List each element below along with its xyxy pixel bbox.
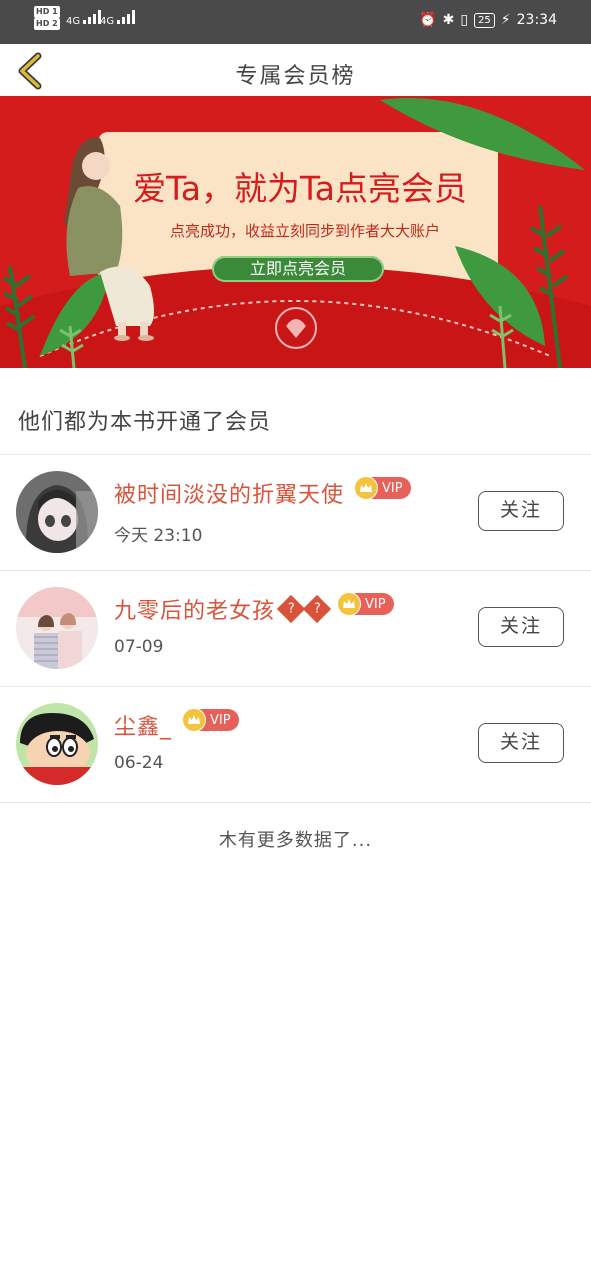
vip-label: VIP xyxy=(210,712,231,728)
avatar[interactable] xyxy=(16,471,98,553)
divider xyxy=(0,802,591,803)
member-name[interactable]: 九零后的老女孩 xyxy=(114,593,275,625)
member-row[interactable]: 九零后的老女孩 ? ? VIP 07-09 关注 xyxy=(0,571,591,687)
avatar[interactable] xyxy=(16,703,98,785)
bluetooth-icon: ✱ xyxy=(442,12,455,28)
vip-label: VIP xyxy=(382,480,403,496)
banner-subline: 点亮成功，收益立刻同步到作者大大账户 xyxy=(169,222,440,240)
follow-button[interactable]: 关注 xyxy=(478,607,564,647)
page-title: 专属会员榜 xyxy=(235,64,356,89)
sim-indicators: HD 1 HD 2 xyxy=(34,6,62,30)
network-type-1: 4G xyxy=(66,16,81,27)
status-right: ⏰ ✱ ▯ 25 ⚡ 23:34 xyxy=(419,12,557,28)
unknown-char-icon: ? xyxy=(276,594,306,624)
signal-2-icon: 4G xyxy=(100,10,139,27)
network-type-2: 4G xyxy=(100,16,115,27)
banner-cta-button[interactable]: 立即点亮会员 xyxy=(212,256,384,282)
section-title: 他们都为本书开通了会员 xyxy=(18,410,272,435)
hd1-badge: HD 1 xyxy=(34,6,60,18)
member-row[interactable]: 尘鑫_ VIP 06-24 关注 xyxy=(0,687,591,803)
member-time: 今天 23:10 xyxy=(114,526,203,546)
member-time: 07-09 xyxy=(114,637,164,657)
no-more-data-text: 木有更多数据了... xyxy=(218,830,373,851)
vip-badge: VIP xyxy=(354,476,411,500)
alarm-icon: ⏰ xyxy=(419,12,437,28)
banner-headline: 爱Ta，就为Ta点亮会员 xyxy=(133,169,467,208)
follow-button[interactable]: 关注 xyxy=(478,723,564,763)
crown-icon xyxy=(182,708,207,732)
vip-badge: VIP xyxy=(337,592,394,616)
member-row[interactable]: 被时间淡没的折翼天使 VIP 今天 23:10 关注 xyxy=(0,455,591,571)
member-name-row: 九零后的老女孩 ? ? VIP xyxy=(114,592,394,625)
avatar[interactable] xyxy=(16,587,98,669)
status-bar: HD 1 HD 2 4G 4G ⏰ ✱ ▯ 25 ⚡ 23:34 xyxy=(0,0,591,44)
member-name-row: 尘鑫_ VIP xyxy=(114,708,239,741)
vibrate-icon: ▯ xyxy=(460,12,469,28)
member-name[interactable]: 尘鑫_ xyxy=(114,709,172,741)
vip-label: VIP xyxy=(365,596,386,612)
unknown-char-icon: ? xyxy=(302,594,332,624)
promo-banner[interactable]: 爱Ta，就为Ta点亮会员 点亮成功，收益立刻同步到作者大大账户 立即点亮会员 xyxy=(0,96,591,368)
vip-badge: VIP xyxy=(182,708,239,732)
crown-icon xyxy=(337,592,362,616)
charging-icon: ⚡ xyxy=(500,12,511,28)
hd2-badge: HD 2 xyxy=(34,18,60,30)
member-time: 06-24 xyxy=(114,753,164,773)
follow-button[interactable]: 关注 xyxy=(478,491,564,531)
member-name[interactable]: 被时间淡没的折翼天使 xyxy=(114,477,344,509)
member-name-row: 被时间淡没的折翼天使 VIP xyxy=(114,476,411,509)
page-header: 专属会员榜 xyxy=(0,44,591,96)
crown-icon xyxy=(354,476,379,500)
clock: 23:34 xyxy=(516,12,557,28)
battery-icon: 25 xyxy=(474,12,495,28)
